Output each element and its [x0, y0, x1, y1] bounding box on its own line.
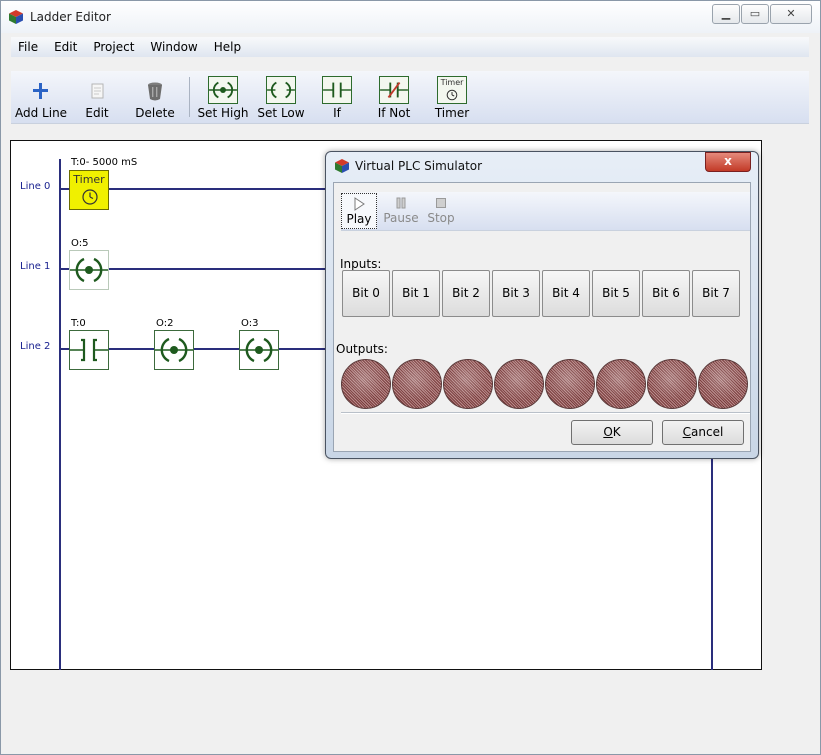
output-led-5: [596, 359, 646, 409]
stop-icon: [436, 198, 446, 208]
if-label: If: [333, 106, 341, 120]
contact-closed-icon: [379, 76, 409, 104]
menu-edit[interactable]: Edit: [46, 37, 85, 57]
coil-set-high-icon: [155, 337, 193, 363]
output-led-2: [443, 359, 493, 409]
bit-5-button[interactable]: Bit 5: [592, 270, 640, 317]
ok-label-rest: K: [612, 425, 621, 439]
simulator-toolbar: Play Pause Stop: [341, 192, 750, 231]
trash-icon: [148, 82, 162, 101]
cancel-button[interactable]: Cancel: [662, 420, 744, 445]
play-icon: [354, 197, 365, 211]
contact-open-icon: [322, 76, 352, 104]
app-cube-icon: [335, 159, 349, 173]
menu-project[interactable]: Project: [85, 37, 142, 57]
bit-1-button[interactable]: Bit 1: [392, 270, 440, 317]
coil-o5-label: O:5: [71, 238, 89, 249]
bit-3-button[interactable]: Bit 3: [492, 270, 540, 317]
add-line-label: Add Line: [15, 106, 68, 120]
dialog-close-button[interactable]: x: [705, 152, 751, 172]
line-2-label: Line 2: [20, 341, 51, 352]
timer-button[interactable]: Timer Timer: [429, 73, 475, 121]
edit-button[interactable]: Edit: [73, 73, 121, 121]
timer-label: Timer: [434, 106, 470, 120]
if-not-button[interactable]: If Not: [371, 73, 417, 121]
coil-set-high-icon: [240, 337, 278, 363]
menu-window[interactable]: Window: [142, 37, 205, 57]
if-button[interactable]: If: [317, 73, 357, 121]
menu-file[interactable]: File: [11, 37, 46, 57]
timer-element-text: Timer: [73, 173, 105, 186]
stop-label: Stop: [427, 211, 455, 225]
timer-icon: Timer: [437, 76, 467, 104]
coil-set-high-icon: [70, 257, 108, 283]
toolbar-separator: [189, 77, 190, 117]
title-bar: Ladder Editor ▁ ▭ ✕: [1, 1, 820, 33]
timer-element[interactable]: Timer: [69, 170, 109, 210]
menu-bar: File Edit Project Window Help: [11, 37, 809, 57]
window-title: Ladder Editor: [30, 10, 111, 24]
pause-button[interactable]: Pause: [380, 193, 422, 229]
delete-label: Delete: [135, 106, 175, 120]
maximize-button[interactable]: ▭: [741, 4, 769, 24]
ok-accel-letter: O: [603, 425, 613, 439]
bit-7-button[interactable]: Bit 7: [692, 270, 740, 317]
stop-button[interactable]: Stop: [424, 193, 458, 229]
cancel-accel-letter: C: [682, 425, 692, 439]
coil-set-low-icon: [266, 76, 296, 104]
coil-o2-element[interactable]: [154, 330, 194, 370]
pause-label: Pause: [383, 211, 419, 225]
outputs-label: Outputs:: [336, 342, 388, 356]
dialog-divider-highlight: [341, 413, 750, 414]
set-low-label: Set Low: [257, 106, 305, 120]
contact-t0-element[interactable]: [69, 330, 109, 370]
coil-o3-label: O:3: [241, 318, 259, 329]
output-led-6: [647, 359, 697, 409]
dialog-title: Virtual PLC Simulator: [355, 159, 483, 173]
plc-simulator-dialog: Virtual PLC Simulator x Play Pause Stop …: [325, 151, 759, 459]
ok-button[interactable]: OK: [571, 420, 653, 445]
menu-help[interactable]: Help: [206, 37, 249, 57]
line-1-label: Line 1: [20, 261, 51, 272]
contact-t0-label: T:0: [71, 318, 86, 329]
output-led-0: [341, 359, 391, 409]
bit-0-button[interactable]: Bit 0: [342, 270, 390, 317]
pause-icon: [396, 197, 406, 209]
output-led-1: [392, 359, 442, 409]
coil-o2-label: O:2: [156, 318, 174, 329]
set-high-label: Set High: [197, 106, 249, 120]
app-cube-icon: [9, 10, 23, 24]
coil-o3-element[interactable]: [239, 330, 279, 370]
dialog-body: Play Pause Stop Inputs: Bit 0 Bit 1 Bit …: [333, 182, 751, 452]
set-low-button[interactable]: Set Low: [255, 73, 307, 121]
left-power-rail: [59, 159, 61, 670]
delete-button[interactable]: Delete: [129, 73, 181, 121]
if-not-label: If Not: [377, 106, 411, 120]
play-label: Play: [346, 212, 372, 226]
add-line-button[interactable]: Add Line: [15, 73, 67, 121]
contact-open-icon: [70, 338, 108, 362]
play-button[interactable]: Play: [341, 193, 377, 229]
coil-set-high-icon: [208, 76, 238, 104]
minimize-button[interactable]: ▁: [712, 4, 740, 24]
bit-4-button[interactable]: Bit 4: [542, 270, 590, 317]
timer-clock-icon: [82, 189, 98, 205]
inputs-label: Inputs:: [340, 257, 382, 271]
output-led-4: [545, 359, 595, 409]
output-led-3: [494, 359, 544, 409]
coil-o5-element[interactable]: [69, 250, 109, 290]
plus-icon: [33, 83, 48, 99]
bit-2-button[interactable]: Bit 2: [442, 270, 490, 317]
timer-element-label: T:0- 5000 mS: [71, 157, 138, 168]
cancel-label-rest: ancel: [691, 425, 724, 439]
bit-6-button[interactable]: Bit 6: [642, 270, 690, 317]
line-0-label: Line 0: [20, 181, 51, 192]
document-edit-icon: [91, 83, 104, 99]
close-button[interactable]: ✕: [770, 4, 812, 24]
edit-label: Edit: [85, 106, 109, 120]
output-led-7: [698, 359, 748, 409]
set-high-button[interactable]: Set High: [197, 73, 249, 121]
toolbar: Add Line Edit Delete Set High Set Low If…: [11, 71, 809, 124]
